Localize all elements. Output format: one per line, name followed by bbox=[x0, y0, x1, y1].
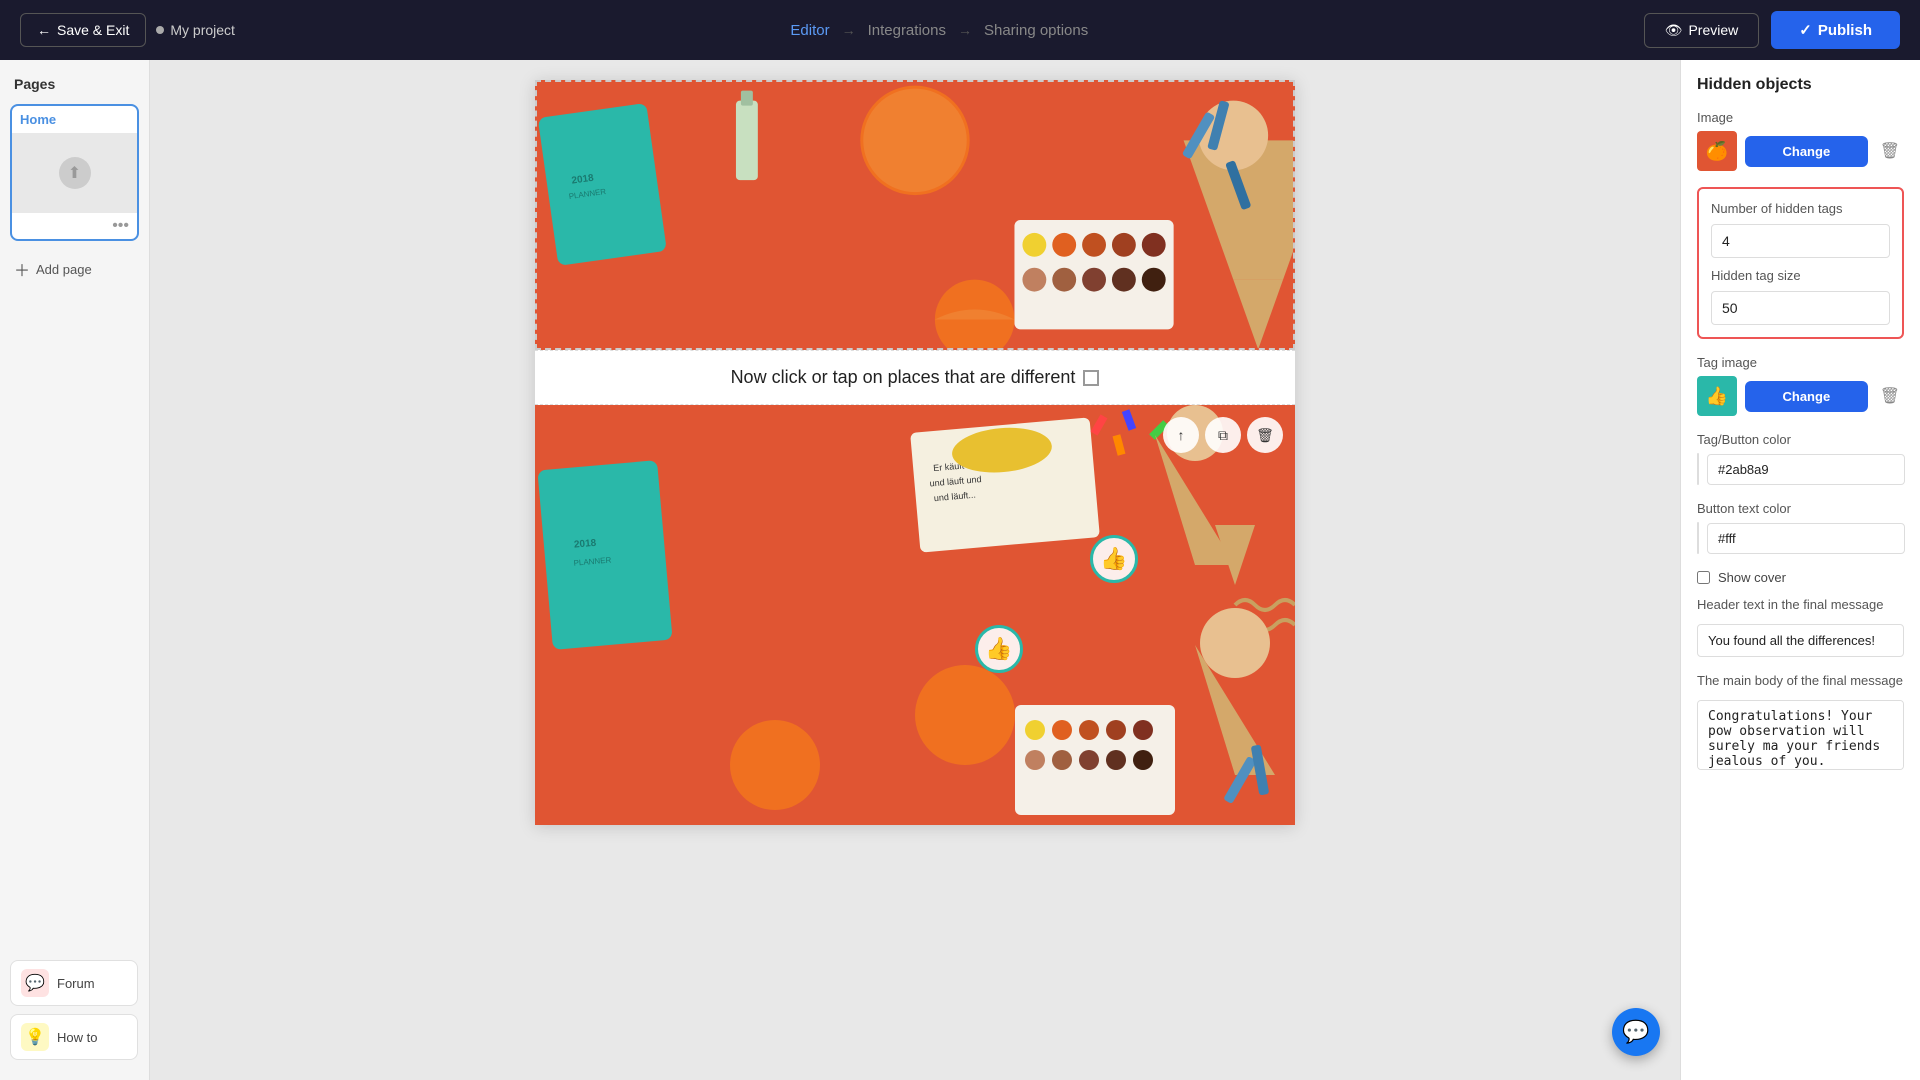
save-exit-label: Save & Exit bbox=[57, 22, 129, 38]
tag-image-label: Tag image bbox=[1697, 355, 1904, 370]
sidebar: Pages Home ⬆ ••• ＋ Add page 💬 Forum 💡 bbox=[0, 60, 150, 1080]
howto-label: How to bbox=[57, 1030, 97, 1045]
right-panel: Hidden objects Image 🍊 Change 🗑 Number o… bbox=[1680, 60, 1920, 1080]
image-section: Image 🍊 Change 🗑 bbox=[1697, 110, 1904, 171]
preview-button[interactable]: 👁 Preview bbox=[1644, 13, 1760, 48]
caption-text: Now click or tap on places that are diff… bbox=[731, 367, 1076, 388]
thumb-icon: ⬆ bbox=[59, 157, 91, 189]
plus-icon: ＋ bbox=[14, 257, 30, 281]
show-cover-label[interactable]: Show cover bbox=[1718, 570, 1786, 585]
tab-sharing-options[interactable]: Sharing options bbox=[984, 22, 1088, 39]
page-card-home[interactable]: Home ⬆ ••• bbox=[10, 104, 139, 241]
delete-button[interactable]: 🗑 bbox=[1247, 417, 1283, 453]
nav-left: ← Save & Exit My project bbox=[20, 13, 235, 47]
image-label: Image bbox=[1697, 110, 1904, 125]
page-thumbnail: ⬆ bbox=[12, 133, 137, 213]
image-row: 🍊 Change 🗑 bbox=[1697, 131, 1904, 171]
tag-image-section: Tag image 👍 Change 🗑 bbox=[1697, 355, 1904, 416]
tag-icon-2[interactable]: 👍 bbox=[975, 625, 1023, 673]
pages-title: Pages bbox=[10, 76, 139, 92]
tag-button-color-label: Tag/Button color bbox=[1697, 432, 1904, 447]
main-body-section: The main body of the final message Congr… bbox=[1697, 673, 1904, 775]
top-image: 2018 PLANNER bbox=[535, 80, 1295, 350]
header-text-label: Header text in the final message bbox=[1697, 597, 1904, 612]
svg-text:2018: 2018 bbox=[574, 538, 598, 551]
main-body-label: The main body of the final message bbox=[1697, 673, 1904, 688]
page-card-footer: ••• bbox=[12, 213, 137, 239]
canvas-wrapper: 2018 PLANNER bbox=[535, 80, 1295, 825]
tag-image-row: 👍 Change 🗑 bbox=[1697, 376, 1904, 416]
caption-icon bbox=[1083, 370, 1099, 386]
add-page-button[interactable]: ＋ Add page bbox=[10, 253, 139, 285]
add-page-label: Add page bbox=[36, 262, 92, 277]
main-body-textarea[interactable]: Congratulations! Your pow observation wi… bbox=[1697, 700, 1904, 770]
duplicate-button[interactable]: ⧉ bbox=[1205, 417, 1241, 453]
home-icon: ⬆ bbox=[68, 163, 81, 183]
tag-image-thumbnail: 👍 bbox=[1697, 376, 1737, 416]
hidden-tags-box: Number of hidden tags Hidden tag size bbox=[1697, 187, 1904, 339]
hidden-tag-size-label: Hidden tag size bbox=[1711, 268, 1890, 283]
hidden-tags-input[interactable] bbox=[1711, 224, 1890, 258]
page-card-label: Home bbox=[12, 106, 137, 133]
show-cover-row: Show cover bbox=[1697, 570, 1904, 585]
button-text-color-label: Button text color bbox=[1697, 501, 1904, 516]
top-navigation: ← Save & Exit My project Editor → Integr… bbox=[0, 0, 1920, 60]
sidebar-item-forum[interactable]: 💬 Forum bbox=[10, 960, 138, 1006]
dot-icon bbox=[156, 26, 164, 34]
bottom-image[interactable]: 2018 PLANNER Er käuft und läuft und und … bbox=[535, 405, 1295, 825]
sidebar-tools: 💬 Forum 💡 How to bbox=[10, 960, 138, 1060]
move-up-button[interactable]: ↑ bbox=[1163, 417, 1199, 453]
tag-delete-button[interactable]: 🗑 bbox=[1876, 382, 1904, 410]
bottom-image-bg: 2018 PLANNER Er käuft und läuft und und … bbox=[535, 405, 1295, 825]
image-thumbnail: 🍊 bbox=[1697, 131, 1737, 171]
forum-icon: 💬 bbox=[21, 969, 49, 997]
arrow-icon-2: → bbox=[958, 22, 972, 38]
tag-button-color-row bbox=[1697, 453, 1904, 485]
publish-button[interactable]: ✓ Publish bbox=[1771, 11, 1900, 49]
arrow-icon-1: → bbox=[842, 22, 856, 38]
forum-label: Forum bbox=[57, 976, 95, 991]
main-layout: Pages Home ⬆ ••• ＋ Add page 💬 Forum 💡 bbox=[0, 0, 1920, 1080]
tag-color-input[interactable] bbox=[1707, 454, 1905, 485]
tag-icon-1[interactable]: 👍 bbox=[1090, 535, 1138, 583]
top-image-bg: 2018 PLANNER bbox=[537, 82, 1293, 348]
tag-button-color-section: Tag/Button color bbox=[1697, 432, 1904, 485]
nav-center: Editor → Integrations → Sharing options bbox=[790, 22, 1088, 39]
header-text-input[interactable] bbox=[1697, 624, 1904, 657]
tag-color-swatch[interactable] bbox=[1697, 453, 1699, 485]
image-delete-button[interactable]: 🗑 bbox=[1876, 137, 1904, 165]
hidden-tags-label: Number of hidden tags bbox=[1711, 201, 1890, 216]
nav-right: 👁 Preview ✓ Publish bbox=[1644, 11, 1900, 49]
back-icon: ← bbox=[37, 22, 51, 38]
howto-icon: 💡 bbox=[21, 1023, 49, 1051]
more-options-button[interactable]: ••• bbox=[112, 217, 129, 235]
button-text-color-row bbox=[1697, 522, 1904, 554]
canvas-area: 2018 PLANNER bbox=[150, 60, 1680, 1080]
tab-editor[interactable]: Editor bbox=[790, 22, 829, 39]
sidebar-item-how-to[interactable]: 💡 How to bbox=[10, 1014, 138, 1060]
save-exit-button[interactable]: ← Save & Exit bbox=[20, 13, 146, 47]
image-change-button[interactable]: Change bbox=[1745, 136, 1868, 167]
eye-icon: 👁 bbox=[1665, 22, 1683, 39]
tag-change-button[interactable]: Change bbox=[1745, 381, 1868, 412]
tab-integrations[interactable]: Integrations bbox=[868, 22, 946, 39]
button-text-color-section: Button text color bbox=[1697, 501, 1904, 554]
text-color-input[interactable] bbox=[1707, 523, 1905, 554]
show-cover-checkbox[interactable] bbox=[1697, 571, 1710, 584]
hidden-tag-size-input[interactable] bbox=[1711, 291, 1890, 325]
header-text-section: Header text in the final message bbox=[1697, 597, 1904, 657]
caption-bar: Now click or tap on places that are diff… bbox=[535, 350, 1295, 405]
text-color-swatch[interactable] bbox=[1697, 522, 1699, 554]
messenger-icon: 💬 bbox=[1622, 1019, 1649, 1045]
image-action-buttons: ↑ ⧉ 🗑 bbox=[1163, 417, 1283, 453]
check-icon: ✓ bbox=[1799, 21, 1812, 39]
panel-title: Hidden objects bbox=[1697, 76, 1904, 94]
chat-bubble-button[interactable]: 💬 bbox=[1612, 1008, 1660, 1056]
project-name: My project bbox=[156, 22, 235, 38]
